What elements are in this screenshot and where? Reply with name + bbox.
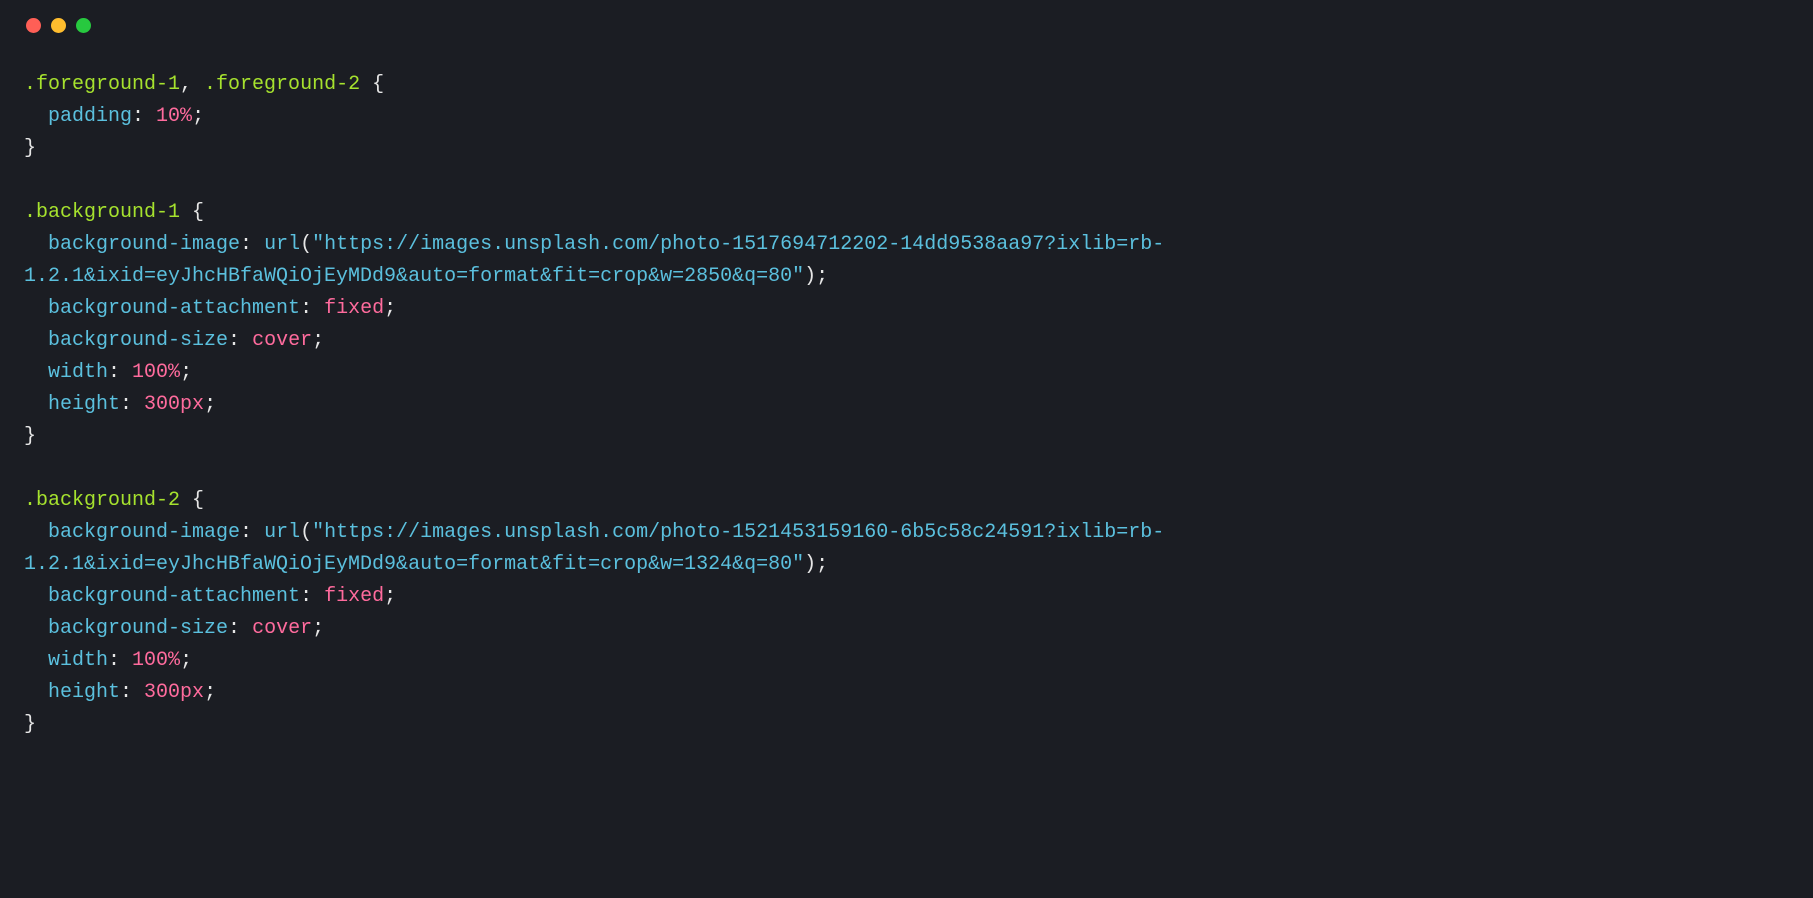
code-content[interactable]: .foreground-1, .foreground-2 { padding: … [0,41,1813,765]
css-function: url [264,521,300,544]
css-colon: : [228,329,252,352]
minimize-icon[interactable] [51,18,66,33]
code-line: background-attachment: fixed; [24,581,1789,613]
css-quote: " [312,233,324,256]
css-semicolon: ; [180,649,192,672]
code-blank-line [24,165,1789,197]
css-separator: , [180,73,204,96]
css-property: padding [48,105,132,128]
code-line: padding: 10%; [24,101,1789,133]
code-line: background-attachment: fixed; [24,293,1789,325]
code-line: 1.2.1&ixid=eyJhcHBfaWQiOjEyMDd9&auto=for… [24,549,1789,581]
code-line: .foreground-1, .foreground-2 { [24,69,1789,101]
code-line: width: 100%; [24,357,1789,389]
css-colon: : [228,617,252,640]
css-value: 300px [144,681,204,704]
css-brace: } [24,425,36,448]
code-line: width: 100%; [24,645,1789,677]
css-property: height [48,681,120,704]
code-line: .background-2 { [24,485,1789,517]
css-property: background-size [48,617,228,640]
css-url-string: https://images.unsplash.com/photo-152145… [324,521,1164,544]
css-semicolon: ; [312,617,324,640]
css-colon: : [120,681,144,704]
css-quote: " [312,521,324,544]
css-value: 100% [132,649,180,672]
code-line: .background-1 { [24,197,1789,229]
css-value: cover [252,617,312,640]
close-icon[interactable] [26,18,41,33]
css-selector: .foreground-2 [204,73,360,96]
code-line: } [24,133,1789,165]
css-brace: } [24,713,36,736]
css-selector: .background-2 [24,489,180,512]
css-semicolon: ; [204,393,216,416]
code-line: 1.2.1&ixid=eyJhcHBfaWQiOjEyMDd9&auto=for… [24,261,1789,293]
code-line: background-image: url("https://images.un… [24,229,1789,261]
css-value: fixed [324,297,384,320]
code-line: height: 300px; [24,389,1789,421]
css-selector: .background-1 [24,201,180,224]
css-semicolon: ; [384,297,396,320]
css-colon: : [132,105,156,128]
css-colon: : [108,649,132,672]
code-line: background-size: cover; [24,325,1789,357]
css-quote: " [792,553,804,576]
css-property: background-attachment [48,585,300,608]
css-value: cover [252,329,312,352]
css-paren: ( [300,233,312,256]
css-selector: .foreground-1 [24,73,180,96]
maximize-icon[interactable] [76,18,91,33]
css-property: height [48,393,120,416]
css-url-string: 1.2.1&ixid=eyJhcHBfaWQiOjEyMDd9&auto=for… [24,265,792,288]
code-line: height: 300px; [24,677,1789,709]
css-value: 300px [144,393,204,416]
css-url-string: https://images.unsplash.com/photo-151769… [324,233,1164,256]
css-brace: { [180,201,204,224]
css-colon: : [300,585,324,608]
css-function: url [264,233,300,256]
window-titlebar [0,0,1813,41]
css-property: width [48,649,108,672]
css-property: background-image [48,233,240,256]
code-line: } [24,709,1789,741]
css-paren: ) [804,265,816,288]
css-property: width [48,361,108,384]
css-paren: ) [804,553,816,576]
css-brace: { [360,73,384,96]
code-line: } [24,421,1789,453]
css-semicolon: ; [204,681,216,704]
code-blank-line [24,453,1789,485]
css-semicolon: ; [312,329,324,352]
css-semicolon: ; [384,585,396,608]
css-url-string: 1.2.1&ixid=eyJhcHBfaWQiOjEyMDd9&auto=for… [24,553,792,576]
code-line: background-size: cover; [24,613,1789,645]
css-brace: { [180,489,204,512]
css-colon: : [120,393,144,416]
code-editor-window: .foreground-1, .foreground-2 { padding: … [0,0,1813,898]
css-brace: } [24,137,36,160]
css-colon: : [240,233,264,256]
css-semicolon: ; [816,265,828,288]
css-property: background-attachment [48,297,300,320]
css-property: background-image [48,521,240,544]
css-semicolon: ; [192,105,204,128]
css-quote: " [792,265,804,288]
css-semicolon: ; [180,361,192,384]
css-value: 100% [132,361,180,384]
css-colon: : [300,297,324,320]
css-value: 10% [156,105,192,128]
css-colon: : [240,521,264,544]
css-value: fixed [324,585,384,608]
code-line: background-image: url("https://images.un… [24,517,1789,549]
css-semicolon: ; [816,553,828,576]
css-property: background-size [48,329,228,352]
css-colon: : [108,361,132,384]
css-paren: ( [300,521,312,544]
